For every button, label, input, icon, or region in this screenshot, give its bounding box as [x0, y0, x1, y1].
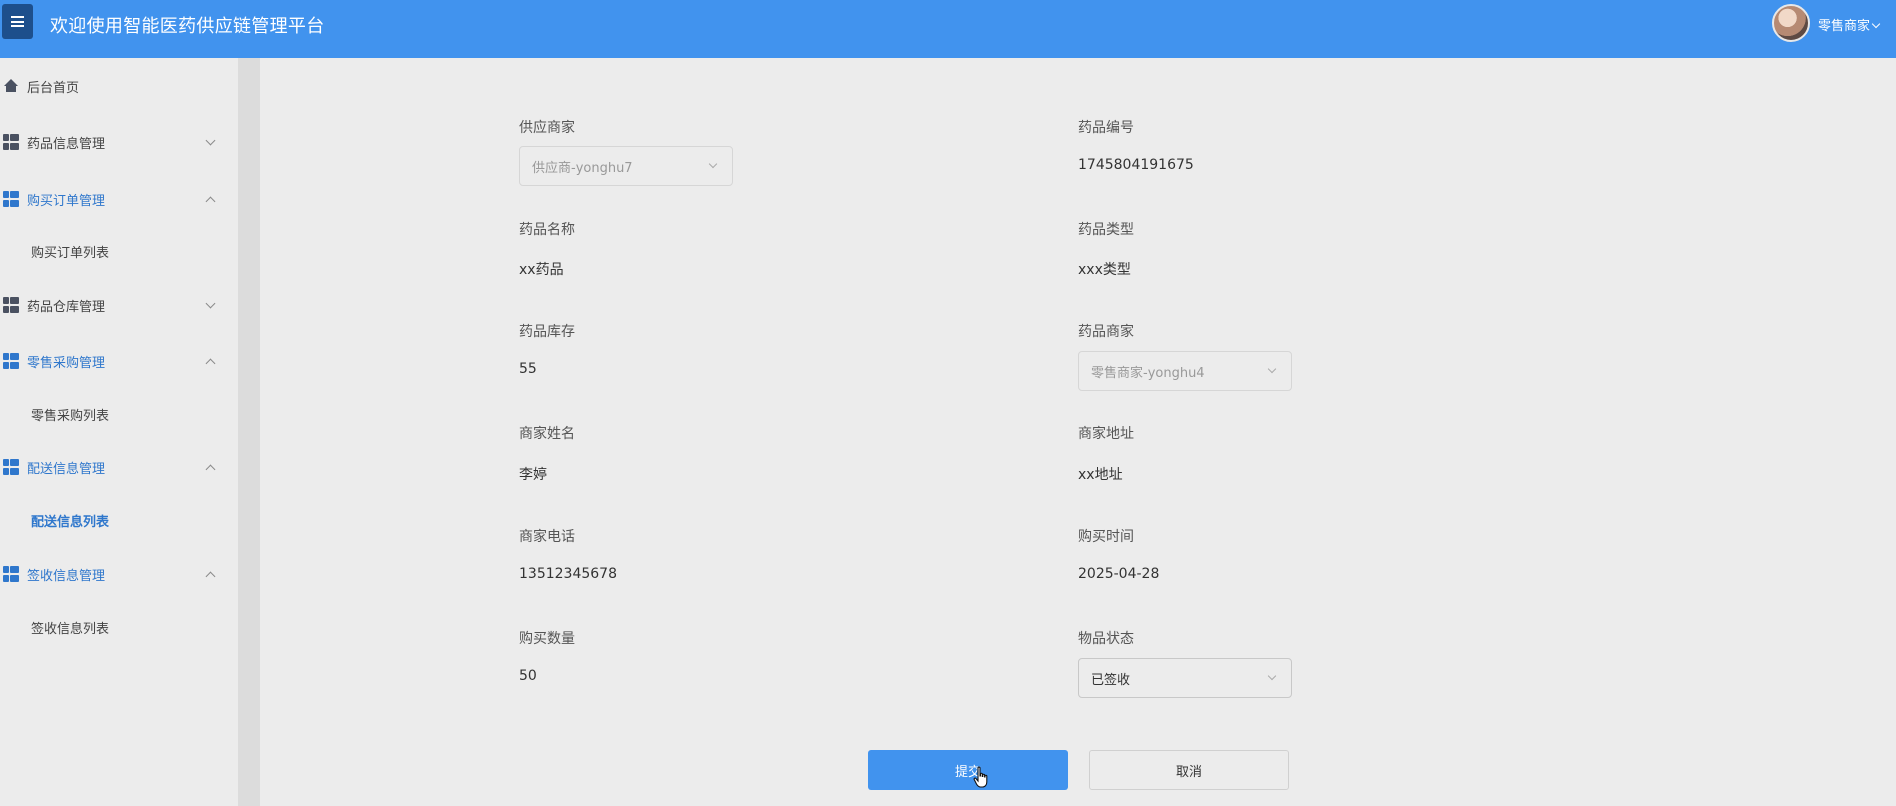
- merchant-select-value: 零售商家-yonghu4: [1091, 365, 1205, 381]
- stock-label: 药品库存: [519, 324, 575, 340]
- drug-code-label: 药品编号: [1078, 120, 1134, 136]
- drug-type-label: 药品类型: [1078, 222, 1134, 238]
- submit-button[interactable]: 提交: [868, 750, 1068, 790]
- supplier-select-value: 供应商-yonghu7: [532, 160, 633, 176]
- status-label: 物品状态: [1078, 631, 1134, 647]
- status-select[interactable]: 已签收: [1078, 658, 1292, 698]
- sidebar-group-label: 药品仓库管理: [27, 299, 106, 315]
- sidebar-group-retail-procurement[interactable]: 零售采购管理: [0, 341, 238, 381]
- sidebar-group-label: 签收信息管理: [27, 568, 106, 584]
- dashboard-icon: [3, 459, 19, 475]
- merchant-address-label: 商家地址: [1078, 426, 1134, 442]
- sidebar-group-warehouse[interactable]: 药品仓库管理: [0, 285, 238, 325]
- dashboard-icon: [3, 191, 19, 207]
- quantity-label: 购买数量: [519, 631, 575, 647]
- chevron-down-icon: [708, 159, 718, 169]
- dashboard-icon: [3, 134, 19, 150]
- merchant-address-value: xx地址: [1078, 467, 1123, 483]
- hamburger-icon: [11, 16, 24, 27]
- chevron-down-icon: [205, 135, 216, 146]
- drug-name-label: 药品名称: [519, 222, 575, 238]
- chevron-down-icon: [1267, 364, 1277, 374]
- drug-name-value: xx药品: [519, 262, 564, 278]
- chevron-down-icon: [205, 298, 216, 309]
- dashboard-icon: [3, 353, 19, 369]
- drug-type-value: xxx类型: [1078, 262, 1131, 278]
- merchant-label: 药品商家: [1078, 324, 1134, 340]
- sidebar-group-label: 药品信息管理: [27, 136, 106, 152]
- chevron-down-icon: [1267, 671, 1277, 681]
- sidebar-group-drug-info[interactable]: 药品信息管理: [0, 122, 238, 162]
- cancel-button[interactable]: 取消: [1089, 750, 1289, 790]
- chevron-up-icon: [205, 196, 216, 207]
- sidebar-divider: [238, 58, 260, 806]
- dashboard-icon: [3, 566, 19, 582]
- chevron-up-icon: [205, 464, 216, 475]
- top-header: 欢迎使用智能医药供应链管理平台 零售商家: [0, 0, 1896, 58]
- sidebar-group-label: 购买订单管理: [27, 193, 106, 209]
- app-title: 欢迎使用智能医药供应链管理平台: [50, 16, 325, 37]
- sidebar-item-receipt-list[interactable]: 签收信息列表: [31, 607, 109, 647]
- user-name-label: 零售商家: [1818, 19, 1871, 34]
- hand-pointer-icon: [973, 766, 988, 788]
- sidebar-group-purchase-orders[interactable]: 购买订单管理: [0, 179, 238, 219]
- drug-code-value: 1745804191675: [1078, 157, 1194, 173]
- sidebar-group-receipt[interactable]: 签收信息管理: [0, 554, 238, 594]
- merchant-phone-value: 13512345678: [519, 566, 617, 582]
- chevron-up-icon: [205, 571, 216, 582]
- merchant-name-value: 李婷: [519, 467, 547, 483]
- home-icon: [3, 78, 19, 94]
- merchant-phone-label: 商家电话: [519, 529, 575, 545]
- sidebar: 后台首页 药品信息管理 购买订单管理 购买订单列表 药品仓库管理 零售采购管理 …: [0, 58, 238, 806]
- user-menu[interactable]: 零售商家: [1818, 15, 1881, 34]
- sidebar-group-delivery[interactable]: 配送信息管理: [0, 447, 238, 487]
- supplier-select[interactable]: 供应商-yonghu7: [519, 146, 733, 186]
- purchase-time-label: 购买时间: [1078, 529, 1134, 545]
- merchant-name-label: 商家姓名: [519, 426, 575, 442]
- quantity-value: 50: [519, 668, 537, 684]
- user-avatar[interactable]: [1772, 4, 1810, 42]
- sidebar-group-label: 零售采购管理: [27, 355, 106, 371]
- dashboard-icon: [3, 297, 19, 313]
- sidebar-group-label: 配送信息管理: [27, 461, 106, 477]
- sidebar-item-label: 后台首页: [27, 80, 80, 96]
- menu-toggle-button[interactable]: [2, 4, 33, 39]
- stock-value: 55: [519, 361, 537, 377]
- chevron-down-icon: [1871, 19, 1881, 29]
- sidebar-item-purchase-order-list[interactable]: 购买订单列表: [31, 231, 109, 271]
- status-select-value: 已签收: [1091, 672, 1131, 688]
- sidebar-item-delivery-list[interactable]: 配送信息列表: [31, 500, 109, 540]
- sidebar-item-retail-procurement-list[interactable]: 零售采购列表: [31, 394, 109, 434]
- merchant-select[interactable]: 零售商家-yonghu4: [1078, 351, 1292, 391]
- sidebar-item-home[interactable]: 后台首页: [0, 66, 238, 106]
- purchase-time-value: 2025-04-28: [1078, 566, 1160, 582]
- supplier-label: 供应商家: [519, 120, 575, 136]
- chevron-up-icon: [205, 358, 216, 369]
